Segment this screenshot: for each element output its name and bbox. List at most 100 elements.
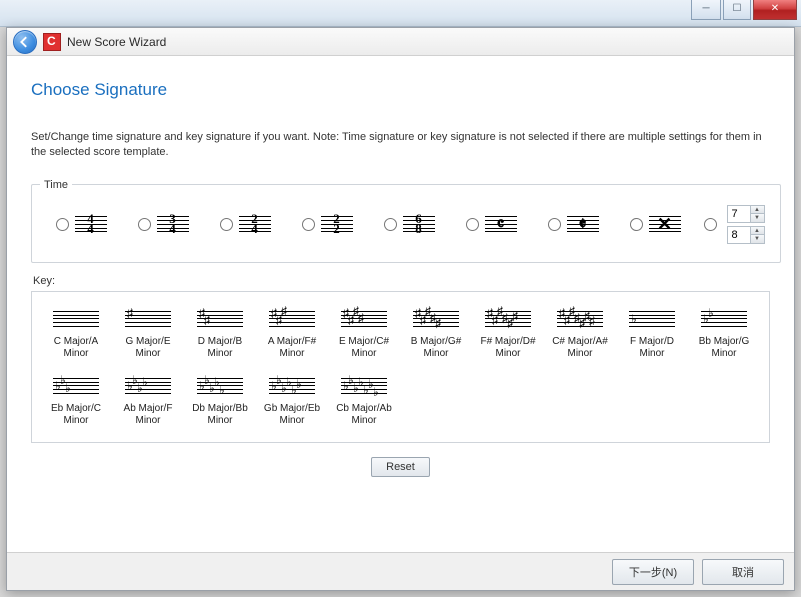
key-option-5[interactable]: ♯♯♯♯♯B Major/G#Minor <box>400 300 472 367</box>
key-label-line2: Minor <box>135 348 160 360</box>
time-legend: Time <box>40 179 72 191</box>
wizard-footer: 下一步(N) 取消 <box>7 552 794 590</box>
key-option-13[interactable]: ♭♭♭♭♭♭ Gb Major/EbMinor <box>256 367 328 434</box>
time-option-2-4[interactable]: 24 <box>206 213 284 235</box>
key-option-3[interactable]: ♯♯♯ A Major/F#Minor <box>256 300 328 367</box>
time-option-none[interactable]: ✕ <box>616 213 694 235</box>
key-label-line1: A Major/F# <box>268 336 316 348</box>
key-option-2[interactable]: ♯♯D Major/BMinor <box>184 300 256 367</box>
key-option-4[interactable]: ♯♯♯♯E Major/C#Minor <box>328 300 400 367</box>
key-option-0[interactable]: C Major/AMinor <box>40 300 112 367</box>
key-label-line1: Db Major/Bb <box>192 403 248 415</box>
time-option-6-8[interactable]: 68 <box>370 213 448 235</box>
custom-numerator-stepper[interactable]: 7▲▼ <box>727 205 765 223</box>
key-label-line2: Minor <box>207 348 232 360</box>
spin-down-icon[interactable]: ▼ <box>750 214 764 222</box>
key-option-6[interactable]: ♯♯♯♯♯♯ F# Major/D#Minor <box>472 300 544 367</box>
spin-up-icon[interactable]: ▲ <box>750 227 764 235</box>
key-label-line1: E Major/C# <box>339 336 389 348</box>
reset-button[interactable]: Reset <box>371 457 430 477</box>
key-label-line1: Ab Major/F <box>124 403 173 415</box>
key-glyph-0 <box>53 305 99 333</box>
wizard-body: Choose Signature Set/Change time signatu… <box>7 56 794 552</box>
key-glyph-2: ♯♯ <box>197 305 243 333</box>
key-label-line2: Minor <box>495 348 520 360</box>
key-option-12[interactable]: ♭♭♭♭♭ Db Major/BbMinor <box>184 367 256 434</box>
app-icon <box>43 33 61 51</box>
key-label-line1: Bb Major/G <box>699 336 750 348</box>
key-label-line2: Minor <box>63 415 88 427</box>
time-option-4-4[interactable]: 44 <box>42 213 120 235</box>
time-option-common[interactable]: 𝄴 <box>452 213 530 235</box>
key-option-14[interactable]: ♭♭♭♭♭♭♭ Cb Major/AbMinor <box>328 367 400 434</box>
time-radio-2-4[interactable] <box>220 218 233 231</box>
time-radio-custom[interactable] <box>704 218 717 231</box>
time-option-3-4[interactable]: 34 <box>124 213 202 235</box>
parent-titlebar: ─ ☐ ✕ <box>0 0 801 27</box>
time-radio-none[interactable] <box>630 218 643 231</box>
time-radio-4-4[interactable] <box>56 218 69 231</box>
key-label-line1: F# Major/D# <box>480 336 535 348</box>
key-glyph-4: ♯♯♯♯ <box>341 305 387 333</box>
time-signature-group: Time 44 34 24 22 68 𝄴 𝄵✕ 7▲▼ 8▲▼ <box>31 179 781 263</box>
key-glyph-7: ♯♯♯♯♯♯♯ <box>557 305 603 333</box>
parent-maximize-button[interactable]: ☐ <box>723 0 751 20</box>
time-radio-2-2[interactable] <box>302 218 315 231</box>
spin-down-icon[interactable]: ▼ <box>750 235 764 243</box>
time-glyph-4-4: 44 <box>75 213 107 235</box>
key-signature-group: C Major/AMinor♯G Major/EMinor♯♯D Major/B… <box>31 291 770 443</box>
key-glyph-13: ♭♭♭♭♭♭ <box>269 372 315 400</box>
time-glyph-2-4: 24 <box>239 213 271 235</box>
wizard-header: New Score Wizard <box>7 28 794 56</box>
parent-close-button[interactable]: ✕ <box>753 0 797 20</box>
key-label-line1: F Major/D <box>630 336 674 348</box>
key-label-line1: Cb Major/Ab <box>336 403 392 415</box>
back-button[interactable] <box>13 30 37 54</box>
time-radio-6-8[interactable] <box>384 218 397 231</box>
key-label-line2: Minor <box>351 415 376 427</box>
key-label-line2: Minor <box>639 348 664 360</box>
key-label: Key: <box>33 275 770 287</box>
key-option-9[interactable]: ♭♭ Bb Major/GMinor <box>688 300 760 367</box>
key-label-line1: Gb Major/Eb <box>264 403 320 415</box>
key-label-line2: Minor <box>207 415 232 427</box>
key-label-line2: Minor <box>135 415 160 427</box>
key-glyph-10: ♭♭♭ <box>53 372 99 400</box>
page-heading: Choose Signature <box>31 80 770 100</box>
time-radio-common[interactable] <box>466 218 479 231</box>
time-glyph-2-2: 22 <box>321 213 353 235</box>
time-radio-cut[interactable] <box>548 218 561 231</box>
key-glyph-11: ♭♭♭♭ <box>125 372 171 400</box>
next-button[interactable]: 下一步(N) <box>612 559 694 585</box>
key-label-line1: C# Major/A# <box>552 336 608 348</box>
key-glyph-12: ♭♭♭♭♭ <box>197 372 243 400</box>
key-label-line2: Minor <box>711 348 736 360</box>
time-option-2-2[interactable]: 22 <box>288 213 366 235</box>
key-option-11[interactable]: ♭♭♭♭ Ab Major/FMinor <box>112 367 184 434</box>
key-label-line2: Minor <box>279 348 304 360</box>
time-glyph-6-8: 68 <box>403 213 435 235</box>
time-radio-3-4[interactable] <box>138 218 151 231</box>
custom-denominator-stepper[interactable]: 8▲▼ <box>727 226 765 244</box>
cancel-button[interactable]: 取消 <box>702 559 784 585</box>
arrow-left-icon <box>19 36 31 48</box>
time-glyph-common: 𝄴 <box>485 213 517 235</box>
key-glyph-3: ♯♯♯ <box>269 305 315 333</box>
key-label-line1: B Major/G# <box>411 336 462 348</box>
parent-minimize-button[interactable]: ─ <box>691 0 721 20</box>
key-glyph-9: ♭♭ <box>701 305 747 333</box>
wizard-title: New Score Wizard <box>67 35 166 49</box>
key-glyph-6: ♯♯♯♯♯♯ <box>485 305 531 333</box>
page-description: Set/Change time signature and key signat… <box>31 130 770 161</box>
key-glyph-14: ♭♭♭♭♭♭♭ <box>341 372 387 400</box>
key-option-8[interactable]: ♭F Major/DMinor <box>616 300 688 367</box>
key-glyph-5: ♯♯♯♯♯ <box>413 305 459 333</box>
key-label-line2: Minor <box>279 415 304 427</box>
key-option-7[interactable]: ♯♯♯♯♯♯♯C# Major/A#Minor <box>544 300 616 367</box>
key-option-1[interactable]: ♯G Major/EMinor <box>112 300 184 367</box>
spin-up-icon[interactable]: ▲ <box>750 206 764 214</box>
time-option-cut[interactable]: 𝄵 <box>534 213 612 235</box>
key-option-10[interactable]: ♭♭♭Eb Major/CMinor <box>40 367 112 434</box>
time-glyph-3-4: 34 <box>157 213 189 235</box>
time-option-custom[interactable]: 7▲▼ 8▲▼ <box>698 205 770 244</box>
